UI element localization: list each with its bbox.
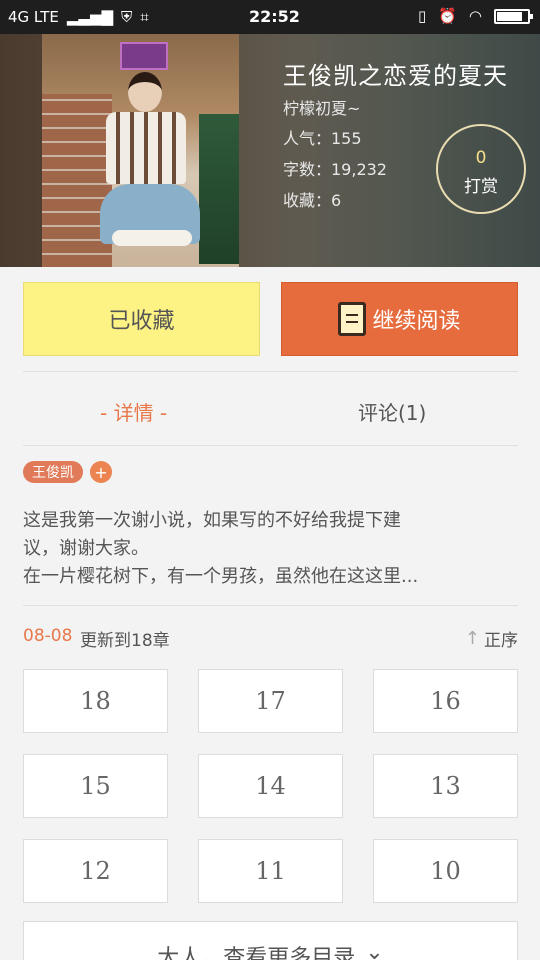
battery-icon [494, 8, 533, 24]
divider [23, 605, 518, 606]
network-label: 4G LTE [8, 8, 59, 26]
chapter-button[interactable]: 17 [198, 669, 343, 733]
shield-icon: ⛨ [121, 8, 133, 26]
tip-count: 0 [475, 148, 487, 168]
view-more-label: 大人，查看更多目录 [157, 946, 356, 960]
view-more-chapters-button[interactable]: 大人，查看更多目录 ⌄ [23, 921, 518, 960]
update-date: 08-08 [23, 626, 73, 646]
chapter-button[interactable]: 15 [23, 754, 168, 818]
alarm-icon: ⏰ [438, 7, 457, 25]
screenshot-icon: ⌗ [140, 8, 149, 26]
description-line: 这是我第一次谢小说，如果写的不好给我提下建 [23, 510, 401, 531]
book-title: 王俊凯之恋爱的夏天 [283, 62, 508, 90]
divider [23, 445, 518, 446]
tag-list: 王俊凯 + [23, 461, 112, 483]
tag-item[interactable]: 王俊凯 [23, 461, 83, 483]
divider [23, 371, 518, 372]
chapter-button[interactable]: 13 [373, 754, 518, 818]
chevron-down-icon: ⌄ [365, 940, 384, 960]
chapter-button[interactable]: 14 [198, 754, 343, 818]
chapter-button[interactable]: 12 [23, 839, 168, 903]
vibrate-icon: ▯ [417, 7, 427, 25]
sort-label: 正序 [484, 631, 518, 651]
tip-button[interactable]: 0 打赏 [436, 124, 526, 214]
wifi-icon: ◠ [468, 7, 482, 25]
book-icon [338, 302, 367, 336]
book-description[interactable]: 这是我第一次谢小说，如果写的不好给我提下建 议，谢谢大家。 在一片樱花树下，有一… [23, 507, 518, 591]
continue-reading-label: 继续阅读 [372, 309, 461, 334]
popularity-stat: 人气：155 [283, 129, 362, 148]
book-author[interactable]: 柠檬初夏~ [283, 95, 360, 119]
chapter-button[interactable]: 16 [373, 669, 518, 733]
clock: 22:52 [249, 7, 300, 26]
description-line: 在一片樱花树下，有一个男孩，虽然他在这这里... [23, 566, 419, 587]
status-bar: 4G LTE ▂▃▅▇ ⛨ ⌗ 22:52 ▯ ⏰ ◠ [0, 0, 540, 34]
chapter-button[interactable]: 18 [23, 669, 168, 733]
chapter-grid: 18 17 16 15 14 13 12 11 10 [23, 669, 518, 903]
chapter-button[interactable]: 10 [373, 839, 518, 903]
word-count-stat: 字数：19,232 [283, 160, 387, 179]
book-header: 王俊凯之恋爱的夏天 柠檬初夏~ 人气：155 字数：19,232 收藏：6 0 … [0, 34, 540, 267]
favorites-stat: 收藏：6 [283, 191, 342, 210]
continue-reading-button[interactable]: 继续阅读 [281, 282, 518, 356]
book-cover-image[interactable] [42, 34, 239, 267]
chapter-button[interactable]: 11 [198, 839, 343, 903]
arrow-up-icon: ↑ [464, 628, 480, 649]
update-row: 08-08 更新到18章 ↑ 正序 [23, 624, 518, 651]
tab-detail[interactable]: - 详情 - [100, 395, 167, 427]
tip-label: 打赏 [464, 177, 498, 197]
description-line: 议，谢谢大家。 [23, 538, 149, 559]
add-tag-button[interactable]: + [90, 461, 112, 483]
update-text: 更新到18章 [80, 631, 170, 651]
signal-icon: ▂▃▅▇ [66, 8, 114, 26]
collected-button[interactable]: 已收藏 [23, 282, 260, 356]
tab-comments[interactable]: 评论(1) [358, 395, 426, 427]
sort-toggle[interactable]: ↑ 正序 [465, 626, 518, 651]
